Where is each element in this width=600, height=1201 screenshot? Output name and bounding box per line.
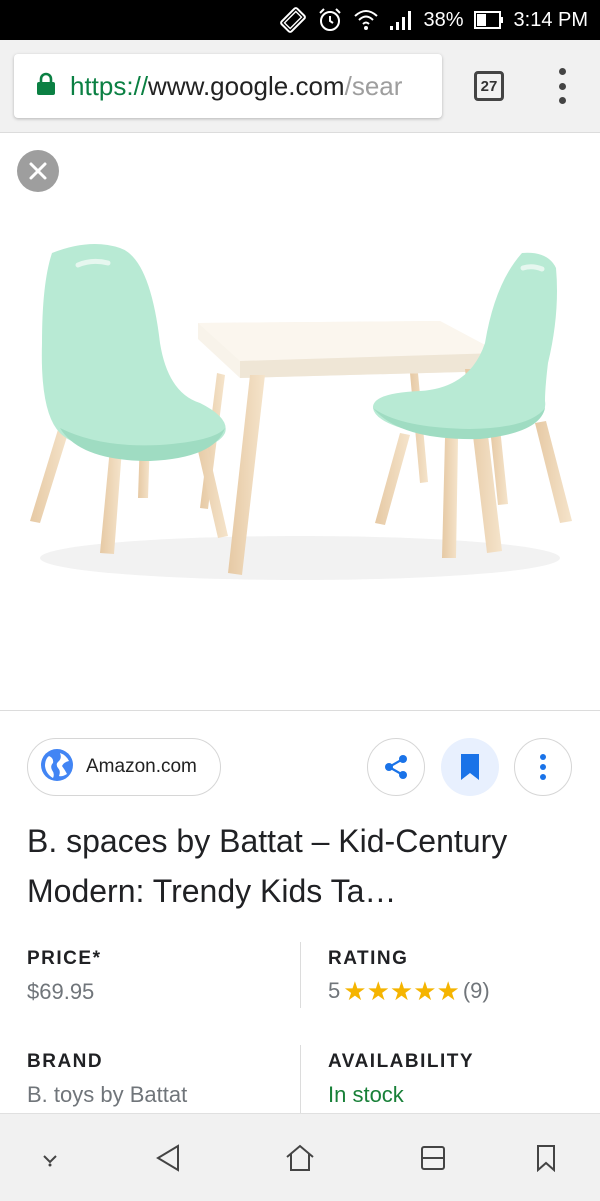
home-icon	[286, 1144, 314, 1171]
share-button[interactable]	[367, 738, 425, 796]
image-viewer	[0, 133, 600, 711]
bookmark-icon	[461, 754, 479, 780]
price-label: PRICE*	[27, 948, 102, 969]
tab-switcher-button[interactable]: 27	[474, 71, 504, 101]
divider	[300, 942, 301, 1008]
source-name: Amazon.com	[86, 756, 197, 777]
clock: 3:14 PM	[513, 8, 588, 31]
nav-collapse-button[interactable]	[30, 1138, 70, 1178]
save-button[interactable]	[441, 738, 499, 796]
more-options-button[interactable]	[514, 738, 572, 796]
more-vert-icon	[540, 754, 546, 780]
chevron-down-icon	[43, 1155, 57, 1167]
url-path: /sear	[344, 70, 403, 101]
star-icon: ★	[389, 976, 414, 1006]
signal-icon	[389, 9, 413, 31]
product-image[interactable]	[0, 223, 600, 613]
url-host: www.google.com	[148, 70, 345, 101]
star-icon: ★	[343, 976, 367, 1006]
source-chip[interactable]: Amazon.com	[27, 738, 221, 796]
availability-label: AVAILABILITY	[328, 1051, 475, 1072]
status-bar: 38% 3:14 PM	[0, 0, 600, 40]
nav-recents-button[interactable]	[413, 1138, 453, 1178]
divider	[300, 1045, 301, 1113]
back-icon	[156, 1144, 179, 1172]
nav-back-button[interactable]	[148, 1138, 188, 1178]
screen-rotate-icon	[279, 6, 307, 34]
rating-value: 5	[328, 978, 341, 1003]
tab-count: 27	[480, 77, 498, 95]
brand-value: B. toys by Battat	[27, 1082, 188, 1107]
battery-level: 38%	[423, 8, 464, 31]
navigation-bar	[0, 1113, 600, 1201]
lock-icon	[36, 72, 56, 101]
rating-label: RATING	[328, 948, 409, 969]
battery-icon	[473, 10, 504, 30]
star-icon: ★	[366, 976, 390, 1006]
close-icon	[29, 162, 47, 180]
rating-count: (9)	[462, 978, 490, 1003]
recents-icon	[421, 1146, 445, 1170]
star-icon: ★	[413, 976, 437, 1006]
star-icon: ★	[436, 976, 460, 1006]
wifi-icon	[353, 8, 379, 32]
brand-label: BRAND	[27, 1051, 104, 1072]
product-title[interactable]: B. spaces by Battat – Kid-Century Modern…	[27, 816, 547, 916]
url-scheme: https://	[70, 70, 149, 101]
browser-menu-button[interactable]	[552, 68, 572, 104]
url-text: https://www.google.com/sear	[70, 71, 402, 102]
nav-bookmark-button[interactable]	[526, 1138, 566, 1178]
alarm-icon	[317, 7, 343, 33]
rating: 5 ★ ★ ★ ★ ★ (9)	[328, 978, 490, 1004]
globe-icon	[40, 748, 74, 787]
rating-stars: ★ ★ ★ ★ ★	[343, 978, 460, 1004]
share-icon	[385, 755, 407, 779]
availability-value: In stock	[328, 1082, 404, 1107]
url-bar[interactable]: https://www.google.com/sear	[14, 54, 442, 118]
browser-toolbar: https://www.google.com/sear 27	[0, 40, 600, 133]
bookmark-outline-icon	[537, 1145, 555, 1172]
nav-home-button[interactable]	[280, 1138, 320, 1178]
price-value: $69.95	[27, 979, 95, 1004]
close-button[interactable]	[17, 150, 59, 192]
